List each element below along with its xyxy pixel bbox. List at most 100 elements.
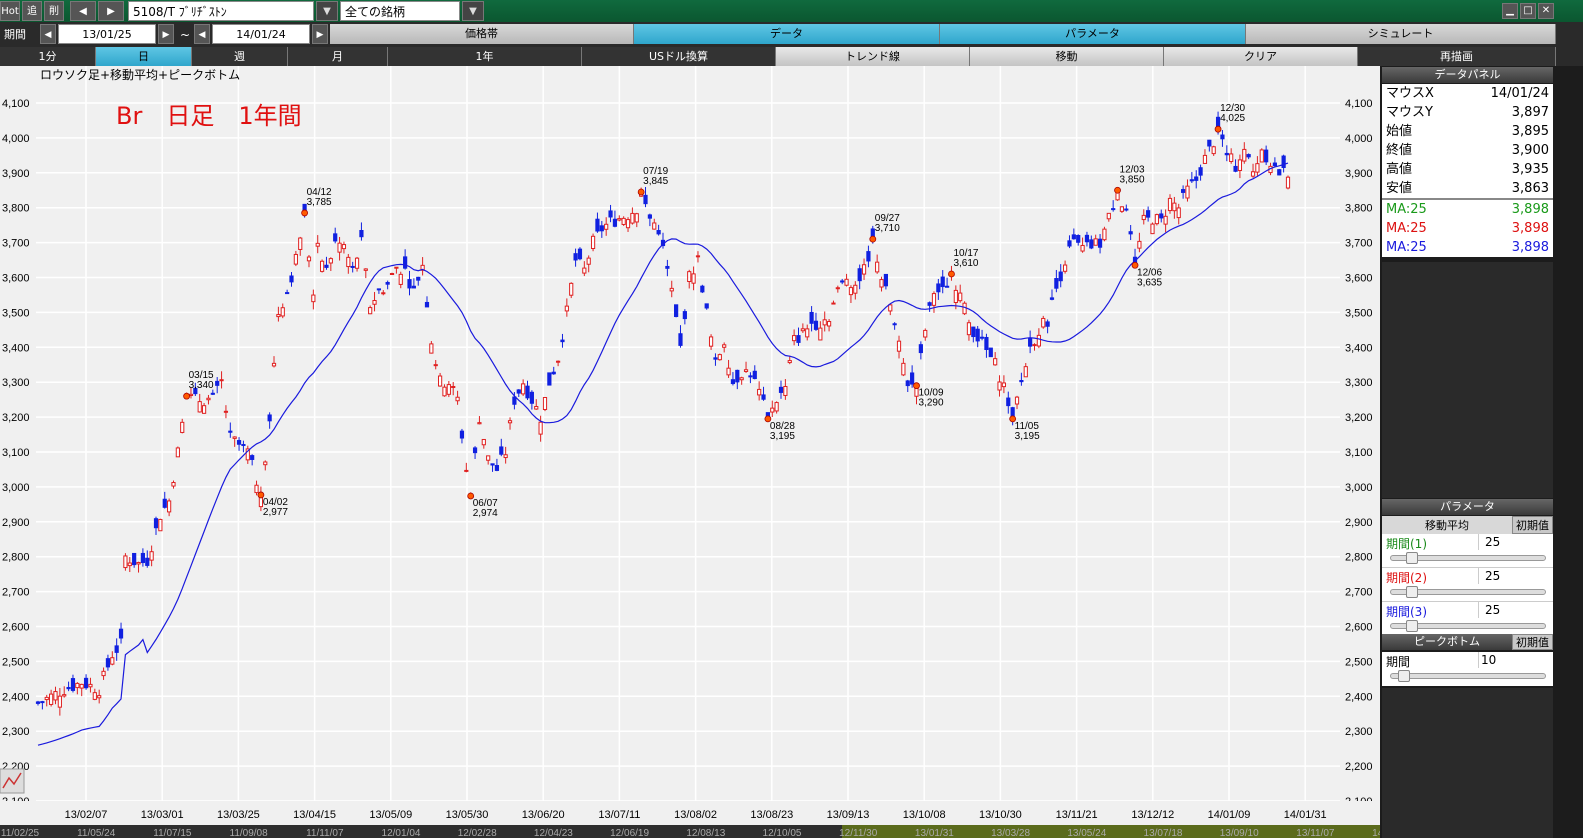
x-tick-label: 13/03/01 (141, 809, 184, 821)
tab-price-band[interactable]: 価格帯 (330, 24, 634, 44)
prev-arrow-icon[interactable]: ◀ (70, 1, 96, 21)
overview-label: 14/01/07 (1372, 828, 1380, 838)
candle-body (1019, 379, 1024, 383)
tab-redraw[interactable]: 再描画 (1358, 47, 1556, 66)
peak-marker (301, 209, 309, 217)
candle-body (424, 301, 430, 308)
close-icon[interactable]: ✕ (1538, 3, 1554, 19)
tab-simulate[interactable]: シミュレート (1246, 24, 1556, 44)
minimize-icon[interactable]: ▁ (1502, 3, 1518, 19)
param-slider-knob[interactable] (1405, 552, 1418, 564)
tab-clear[interactable]: クリア (1164, 47, 1358, 66)
candle-body (442, 386, 447, 397)
param-period-input[interactable]: 25 (1478, 602, 1552, 618)
candle-body (822, 319, 827, 326)
next-arrow-icon[interactable]: ▶ (98, 1, 124, 21)
candle-body (866, 251, 871, 262)
pb-slider-knob[interactable] (1397, 670, 1410, 682)
y-tick-label-left: 3,000 (2, 482, 30, 494)
data-panel-row: マウスY 3,897 (1382, 103, 1553, 122)
pb-reset-button[interactable]: 初期值 (1512, 634, 1553, 650)
data-panel-value: 3,935 (1511, 162, 1549, 177)
candle-body (844, 278, 849, 286)
x-tick-label: 13/05/09 (369, 809, 412, 821)
overview-label: 13/05/24 (1067, 828, 1106, 838)
candle-body (385, 281, 390, 285)
candlestick-chart[interactable]: 2,1002,1002,2002,2002,3002,3002,4002,400… (0, 66, 1380, 838)
candle-body (800, 328, 805, 332)
tab-1min[interactable]: 1分 (0, 47, 96, 66)
tab-1year[interactable]: 1年 (388, 47, 582, 66)
candle-body (311, 294, 316, 303)
candle-body (573, 253, 578, 261)
y-tick-label-left: 2,500 (2, 656, 30, 668)
param-slider-knob[interactable] (1405, 620, 1418, 632)
candle-body (674, 304, 679, 318)
tab-weekly[interactable]: 週 (192, 47, 288, 66)
tab-monthly[interactable]: 月 (288, 47, 388, 66)
candle-body (787, 360, 792, 364)
y-tick-label-left: 4,000 (2, 133, 30, 145)
candle-body (582, 267, 587, 274)
tab-usd[interactable]: USドル換算 (582, 47, 776, 66)
ma-reset-button[interactable]: 初期值 (1512, 516, 1553, 534)
y-tick-label-left: 2,800 (2, 552, 30, 564)
param-period-input[interactable]: 25 (1478, 568, 1552, 584)
ticker-field[interactable]: 5108/T ﾌﾞﾘﾁﾞｽﾄﾝ (128, 1, 314, 21)
tab-parameter[interactable]: パラメータ (940, 24, 1246, 44)
to-prev-icon[interactable]: ◀ (194, 24, 210, 44)
pb-period-input[interactable]: 10 (1478, 652, 1552, 668)
candle-body (145, 557, 150, 566)
from-date-field[interactable]: 13/01/25 (58, 24, 156, 44)
candle-body (223, 410, 229, 413)
candle-body (1163, 215, 1168, 225)
to-next-icon[interactable]: ▶ (312, 24, 328, 44)
candle-body (1141, 214, 1146, 221)
candle-body (293, 253, 298, 265)
candle-body (1154, 214, 1159, 225)
candle-body (1167, 197, 1173, 212)
param-slider-knob[interactable] (1405, 586, 1418, 598)
data-panel-row: MA:25 3,898 (1382, 200, 1553, 219)
maximize-icon[interactable]: □ (1520, 3, 1536, 19)
candle-body (910, 372, 915, 385)
candle-body (464, 469, 469, 472)
candle-body (743, 369, 749, 372)
candle-body (372, 300, 377, 305)
y-tick-label-right: 3,400 (1345, 342, 1373, 354)
candle-body (1006, 397, 1011, 407)
hot-button[interactable]: Hot (0, 1, 20, 21)
candle-body (398, 273, 403, 285)
y-tick-label-right: 2,600 (1345, 622, 1373, 634)
tab-move[interactable]: 移動 (970, 47, 1164, 66)
candle-body (1049, 297, 1055, 300)
candle-body (944, 285, 950, 288)
x-tick-label: 13/06/20 (522, 809, 565, 821)
tab-daily[interactable]: 日 (96, 47, 192, 66)
data-panel-row: マウスX 14/01/24 (1382, 84, 1553, 103)
tsui-button[interactable]: 追 (22, 1, 42, 21)
right-gutter (1553, 66, 1583, 838)
tab-data[interactable]: データ (634, 24, 940, 44)
candle-body (979, 336, 985, 339)
candle-body (1023, 366, 1028, 378)
candle-body (512, 396, 517, 405)
candle-body (241, 444, 246, 447)
candle-body (1250, 171, 1256, 177)
to-date-field[interactable]: 14/01/24 (212, 24, 310, 44)
x-tick-label: 13/03/25 (217, 809, 260, 821)
peak-value-label: 4,025 (1220, 113, 1245, 124)
from-next-icon[interactable]: ▶ (158, 24, 174, 44)
candle-body (984, 336, 989, 350)
universe-dropdown-icon[interactable]: ▼ (462, 1, 484, 21)
ticker-dropdown-icon[interactable]: ▼ (316, 1, 338, 21)
from-prev-icon[interactable]: ◀ (40, 24, 56, 44)
tab-trendline[interactable]: トレンド線 (776, 47, 970, 66)
param-period-input[interactable]: 25 (1478, 534, 1552, 550)
candle-body (451, 386, 456, 389)
universe-field[interactable]: 全ての銘柄 (340, 1, 460, 21)
candle-body (271, 362, 277, 367)
mae-button[interactable]: 削 (44, 1, 64, 21)
pb-slider[interactable] (1390, 673, 1546, 679)
candle-body (695, 255, 701, 258)
